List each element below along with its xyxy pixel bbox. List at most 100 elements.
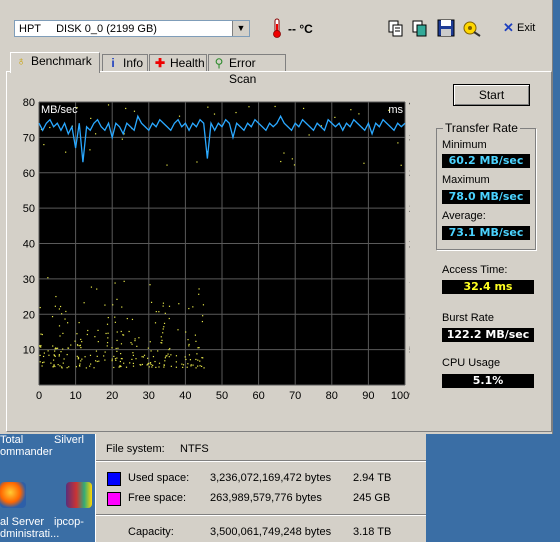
- access-time-point: [192, 364, 194, 366]
- access-time-point: [163, 366, 165, 368]
- tab-health-label: Health: [170, 56, 205, 70]
- access-time-point: [123, 280, 125, 282]
- access-time-point: [201, 320, 204, 323]
- tab-benchmark[interactable]: ♁ Benchmark: [10, 52, 100, 73]
- access-time-point: [53, 364, 55, 366]
- access-time-point: [162, 328, 164, 330]
- access-time-point: [76, 107, 78, 109]
- access-time-point: [189, 359, 192, 361]
- access-time-point: [164, 312, 166, 314]
- firefox-icon[interactable]: [0, 482, 26, 508]
- access-time-point: [115, 359, 117, 362]
- access-time-point: [308, 134, 310, 136]
- access-time-point: [75, 366, 77, 368]
- burst-rate-label: Burst Rate: [442, 312, 494, 324]
- y-left-tick-label: 50: [23, 203, 35, 215]
- access-time-point: [74, 340, 76, 342]
- exit-button[interactable]: ✕ Exit: [497, 18, 549, 40]
- access-time-point: [96, 360, 98, 363]
- access-time-point: [83, 302, 85, 304]
- access-time-point: [190, 364, 192, 366]
- access-time-point: [59, 305, 62, 308]
- access-time-point: [178, 115, 181, 117]
- access-time-point: [77, 344, 79, 347]
- tab-info-label: Info: [123, 56, 144, 70]
- access-time-point: [114, 321, 116, 323]
- access-time-point: [168, 348, 170, 351]
- access-time-point: [80, 347, 82, 349]
- access-time-point: [190, 365, 192, 367]
- desktop-icon-silverlight-label[interactable]: Silverl: [54, 434, 84, 446]
- drive-select[interactable]: HPT DISK 0_0 (2199 GB) ▼: [14, 20, 250, 37]
- tab-error-scan[interactable]: ⚲ Error Scan: [208, 54, 286, 86]
- access-time-point: [94, 360, 97, 362]
- access-time-point: [175, 355, 178, 357]
- access-time-point: [47, 277, 49, 279]
- desktop-icon-ipcop-label[interactable]: ipcop-: [54, 516, 84, 528]
- access-time-point: [188, 307, 190, 310]
- options-icon[interactable]: [462, 18, 482, 38]
- access-time-point: [207, 106, 209, 108]
- access-time-point: [195, 367, 197, 369]
- y-left-tick-label: 20: [23, 309, 35, 321]
- info-icon: i: [111, 56, 115, 70]
- access-time-point: [123, 362, 125, 364]
- access-time-point: [66, 353, 68, 356]
- access-time-point: [47, 350, 49, 352]
- access-time-point: [70, 344, 72, 346]
- maximum-label: Maximum: [442, 174, 490, 186]
- access-time-point: [198, 288, 200, 290]
- desktop-icon-sql-server-label[interactable]: al Server dministrati...: [0, 516, 59, 540]
- access-time-point: [202, 304, 205, 306]
- y-right-tick-label: 15: [409, 274, 410, 286]
- chevron-down-icon[interactable]: ▼: [232, 21, 249, 36]
- access-time-point: [114, 282, 116, 284]
- access-time-point: [165, 355, 167, 357]
- save-icon[interactable]: [436, 18, 456, 38]
- access-time-point: [89, 365, 91, 367]
- access-time-point: [64, 318, 66, 320]
- access-time-point: [132, 365, 135, 367]
- access-time-point: [114, 316, 116, 318]
- access-time-point: [65, 151, 67, 153]
- access-time-point: [56, 347, 59, 349]
- access-time-point: [141, 356, 143, 358]
- minimum-value: 60.2 MB/sec: [442, 154, 530, 168]
- access-time-point: [397, 142, 399, 144]
- access-time-point: [196, 353, 198, 355]
- access-time-point: [201, 365, 203, 367]
- maximum-value: 78.0 MB/sec: [442, 190, 530, 204]
- access-time-point: [134, 340, 136, 342]
- winrar-icon[interactable]: [66, 482, 92, 508]
- access-time-point: [182, 364, 185, 366]
- access-time-point: [388, 109, 390, 111]
- access-time-point: [168, 356, 170, 358]
- desktop-icon-total-commander-label[interactable]: Total ommander: [0, 434, 53, 458]
- copy-icon[interactable]: [386, 18, 406, 38]
- access-time-point: [107, 332, 109, 334]
- access-time-point: [132, 354, 134, 357]
- access-time-point: [67, 322, 69, 324]
- access-time-point: [113, 366, 115, 369]
- access-time-point: [84, 356, 86, 358]
- access-time-point: [43, 361, 45, 363]
- access-time-point: [96, 355, 98, 357]
- file-system-value: NTFS: [180, 443, 209, 455]
- access-time-point: [157, 350, 159, 352]
- access-time-point: [334, 116, 336, 119]
- access-time-point: [162, 305, 164, 307]
- access-time-point: [117, 347, 119, 349]
- access-time-point: [62, 362, 64, 364]
- used-space-bytes: 3,236,072,169,472 bytes: [210, 472, 332, 484]
- access-time-point: [116, 350, 118, 352]
- access-time-point: [96, 288, 98, 290]
- tab-info[interactable]: i Info: [102, 54, 148, 72]
- copy-screenshot-icon[interactable]: [410, 18, 430, 38]
- access-time-point: [132, 352, 134, 354]
- access-time-point: [51, 316, 54, 318]
- start-button[interactable]: Start: [453, 84, 530, 106]
- access-time-point: [61, 313, 63, 315]
- tab-health[interactable]: ✚ Health: [149, 54, 207, 72]
- access-time-point: [52, 345, 54, 347]
- access-time-point: [140, 364, 142, 366]
